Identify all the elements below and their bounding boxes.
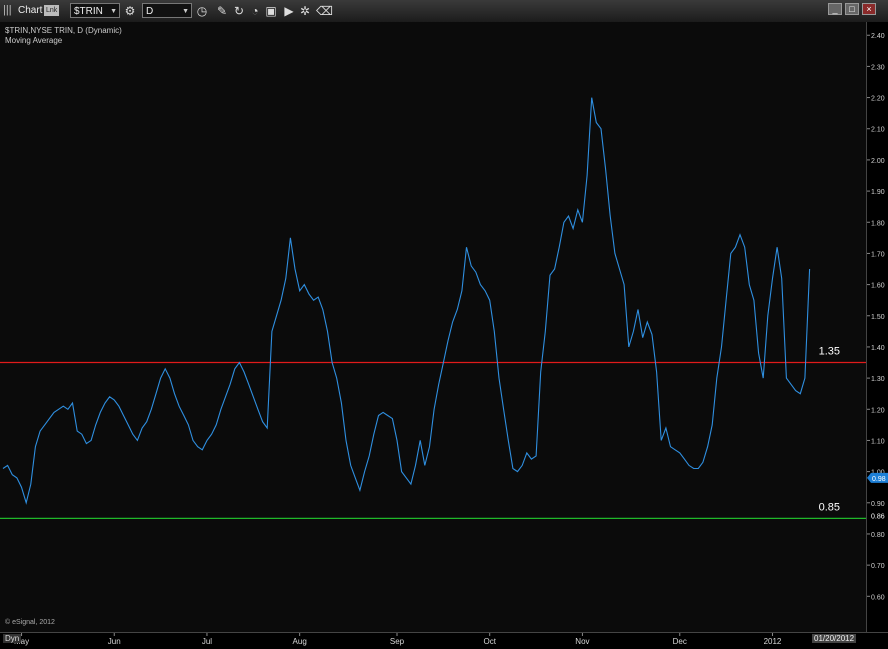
- y-tick-label: 1.60: [871, 283, 885, 290]
- y-tick-label: 1.90: [871, 189, 885, 196]
- window-title: Chart: [18, 5, 43, 16]
- mode-label[interactable]: Dyn: [3, 634, 22, 643]
- y-tick-label: 2.40: [871, 33, 885, 40]
- y-tick-label: 2.10: [871, 127, 885, 134]
- y-axis-svg[interactable]: 0.600.700.800.901.001.101.201.301.401.50…: [867, 22, 888, 632]
- gear-icon[interactable]: ⚙: [123, 4, 137, 18]
- reference-line-label: 0.85: [819, 501, 840, 513]
- camera-icon[interactable]: ▣: [264, 4, 278, 18]
- y-tick-label: 1.50: [871, 314, 885, 321]
- x-tick-label: Nov: [575, 637, 589, 646]
- interval-combo[interactable]: D ▼: [142, 3, 192, 18]
- gauge-icon[interactable]: ◔: [248, 4, 262, 18]
- y-tick-label: 1.30: [871, 376, 885, 383]
- eraser-icon[interactable]: ⌫: [316, 4, 333, 18]
- chart-icon: |||: [3, 4, 12, 16]
- interval-input[interactable]: D: [146, 6, 153, 17]
- y-tick-label: 2.30: [871, 64, 885, 71]
- symbol-combo[interactable]: $TRIN ▼: [70, 3, 120, 18]
- x-tick-label: Oct: [483, 637, 496, 646]
- minimize-icon[interactable]: _: [828, 3, 842, 15]
- legend-study: Moving Average: [5, 36, 63, 45]
- close-icon[interactable]: ×: [862, 3, 876, 15]
- x-tick-label: Aug: [293, 637, 307, 646]
- y-tick-label: 2.00: [871, 158, 885, 165]
- y-tick-label: 0.70: [871, 563, 885, 570]
- chevron-down-icon[interactable]: ▼: [110, 4, 117, 19]
- chart-svg[interactable]: 1.35 0.85: [0, 22, 866, 632]
- x-tick-label: 2012: [764, 637, 782, 646]
- settings-icon[interactable]: ✲: [298, 4, 312, 18]
- play-icon[interactable]: ▶: [282, 4, 296, 18]
- y-tick-label: 0.60: [871, 594, 885, 601]
- trin-series-line: [2, 97, 811, 505]
- chart-plot-area[interactable]: 1.35 0.85 $TRIN,NYSE TRIN, D (Dynamic) Mo…: [0, 22, 866, 632]
- watermark: © eSignal, 2012: [5, 619, 55, 626]
- y-tick-label: 1.20: [871, 407, 885, 414]
- x-tick-label: Dec: [673, 637, 687, 646]
- x-axis-svg[interactable]: May Jun Jul Aug Sep Oct Nov Dec 2012: [0, 633, 888, 649]
- x-axis[interactable]: May Jun Jul Aug Sep Oct Nov Dec 2012 Dyn 01/20/2…: [0, 632, 888, 648]
- y-tick-label: 0.80: [871, 532, 885, 539]
- level-tag-label: 0.86: [871, 513, 885, 520]
- refresh-icon[interactable]: ↻: [232, 4, 246, 18]
- y-tick-label: 1.40: [871, 345, 885, 352]
- y-tick-label: 1.10: [871, 438, 885, 445]
- cursor-date: 01/20/2012: [812, 634, 857, 643]
- symbol-input[interactable]: $TRIN: [74, 6, 103, 17]
- x-tick-label: Jul: [202, 637, 212, 646]
- reference-line-label: 1.35: [819, 346, 840, 358]
- restore-icon[interactable]: □: [845, 3, 859, 15]
- y-tick-label: 1.80: [871, 220, 885, 227]
- pencil-icon[interactable]: ✎: [215, 4, 229, 18]
- chevron-down-icon[interactable]: ▼: [182, 4, 189, 19]
- y-axis[interactable]: 0.600.700.800.901.001.101.201.301.401.50…: [866, 22, 888, 632]
- legend-symbol: $TRIN,NYSE TRIN, D (Dynamic): [5, 26, 122, 35]
- y-tick-label: 2.20: [871, 96, 885, 103]
- window-titlebar: ||| Chart Lnk $TRIN ▼ ⚙ D ▼ ◷ ✎ ↻ ◔ ▣ ▶ …: [0, 0, 888, 23]
- y-tick-label: 0.90: [871, 501, 885, 508]
- x-tick-label: Jun: [108, 637, 121, 646]
- y-tick-label: 1.70: [871, 251, 885, 258]
- x-tick-label: Sep: [390, 637, 405, 646]
- last-value-label: 0.98: [872, 476, 886, 483]
- clock-icon[interactable]: ◷: [195, 4, 209, 18]
- link-badge[interactable]: Lnk: [44, 5, 60, 16]
